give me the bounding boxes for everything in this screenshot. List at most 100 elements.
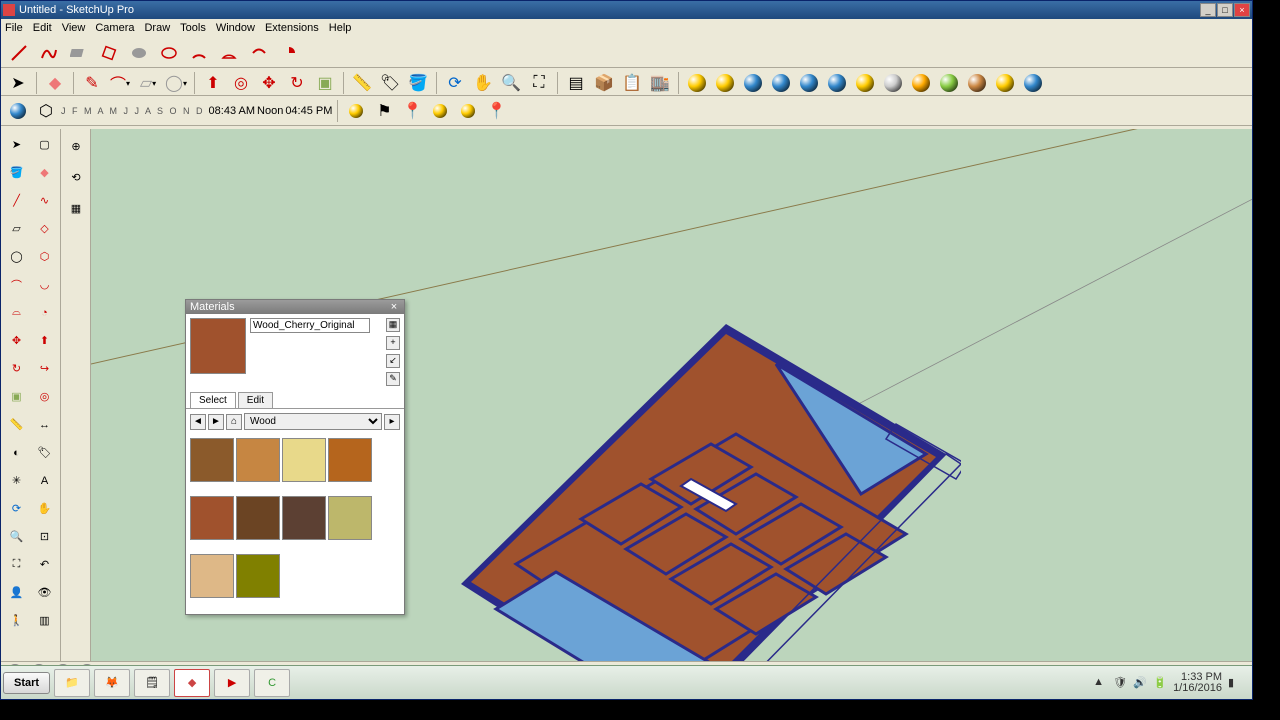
shape-dd-icon[interactable]: ▱▾: [135, 70, 161, 96]
sb-pos-icon[interactable]: ⊕: [63, 131, 89, 161]
ls-arc2-icon[interactable]: ◡: [31, 271, 58, 298]
pencil-tool-icon[interactable]: ✎: [79, 70, 105, 96]
ls-axes-icon[interactable]: ✳: [3, 467, 30, 494]
eyedropper-icon[interactable]: ✎: [386, 372, 400, 386]
arc3-tool-icon[interactable]: [245, 39, 273, 67]
ls-position-icon[interactable]: 👤: [3, 579, 30, 606]
select-tool-icon[interactable]: ➤: [5, 70, 31, 96]
offset-tool-icon[interactable]: ◎: [228, 70, 254, 96]
default-material-icon[interactable]: ↙: [386, 354, 400, 368]
zoom-tool-icon[interactable]: 🔍: [498, 70, 524, 96]
ls-text-icon[interactable]: 🏷: [31, 439, 58, 466]
tray-icon-1[interactable]: ▲: [1093, 676, 1107, 690]
tray-icon-3[interactable]: 🔊: [1133, 676, 1147, 690]
polygon-tool-icon[interactable]: [155, 39, 183, 67]
nav-fwd-icon[interactable]: ►: [208, 414, 224, 430]
viewport[interactable]: Materials × ▦ + ↙ ✎: [91, 129, 1252, 661]
ls-rotate-icon[interactable]: ↻: [3, 355, 30, 382]
ls-orbit-icon[interactable]: ⟳: [3, 495, 30, 522]
orbit-tool-icon[interactable]: ⟳: [442, 70, 468, 96]
tab-select[interactable]: Select: [190, 392, 236, 408]
tray-icon-4[interactable]: 🔋: [1153, 676, 1167, 690]
arc-dd-icon[interactable]: ⌒▾: [107, 70, 133, 96]
ls-arc3-icon[interactable]: ⌓: [3, 299, 30, 326]
ls-line-icon[interactable]: ╱: [3, 187, 30, 214]
ls-protractor-icon[interactable]: ◐: [3, 439, 30, 466]
material-name-input[interactable]: [250, 318, 370, 333]
sphere8-icon[interactable]: [880, 70, 906, 96]
tab-edit[interactable]: Edit: [238, 392, 273, 408]
ls-move-icon[interactable]: ✥: [3, 327, 30, 354]
swatch-item[interactable]: [190, 438, 234, 482]
scale-tool-icon[interactable]: ▣: [312, 70, 338, 96]
sphere13-icon[interactable]: [1020, 70, 1046, 96]
swatch-item[interactable]: [236, 496, 280, 540]
close-button[interactable]: ×: [1234, 3, 1250, 17]
menu-camera[interactable]: Camera: [95, 22, 134, 34]
ls-tape-icon[interactable]: 📏: [3, 411, 30, 438]
sphere3-icon[interactable]: [740, 70, 766, 96]
tray-icon-2[interactable]: 🛡: [1113, 676, 1127, 690]
swatch-item[interactable]: [190, 554, 234, 598]
sb-flip-icon[interactable]: ⟲: [63, 162, 89, 192]
components-icon[interactable]: 📦: [591, 70, 617, 96]
pan-tool-icon[interactable]: ✋: [470, 70, 496, 96]
swatch-item[interactable]: [282, 438, 326, 482]
eraser-tool-icon[interactable]: ◆: [42, 70, 68, 96]
sun6-icon[interactable]: 📍: [483, 99, 509, 123]
create-material-icon[interactable]: +: [386, 336, 400, 350]
sphere11-icon[interactable]: [964, 70, 990, 96]
sphere2-icon[interactable]: [712, 70, 738, 96]
show-desktop-icon[interactable]: ▮: [1228, 676, 1242, 690]
nav-home-icon[interactable]: ⌂: [226, 414, 242, 430]
ls-3dtext-icon[interactable]: A: [31, 467, 58, 494]
category-select[interactable]: Wood: [244, 413, 382, 430]
ls-freehand-icon[interactable]: ∿: [31, 187, 58, 214]
display-pane-icon[interactable]: ▦: [386, 318, 400, 332]
current-material-swatch[interactable]: [190, 318, 246, 374]
freehand-tool-icon[interactable]: [35, 39, 63, 67]
ls-zoomext-icon[interactable]: ⛶: [3, 551, 30, 578]
sun5-icon[interactable]: [455, 99, 481, 123]
ls-arc-icon[interactable]: ⌒: [3, 271, 30, 298]
start-button[interactable]: Start: [3, 672, 50, 694]
menu-help[interactable]: Help: [329, 22, 352, 34]
sb-stamp-icon[interactable]: ▦: [63, 193, 89, 223]
ls-followme-icon[interactable]: ↪: [31, 355, 58, 382]
ls-offset-icon[interactable]: ◎: [31, 383, 58, 410]
taskbar-app2-icon[interactable]: ▶: [214, 669, 250, 697]
tray-clock[interactable]: 1:33 PM 1/16/2016: [1173, 672, 1222, 694]
ls-pushpull-icon[interactable]: ⬆: [31, 327, 58, 354]
taskbar-sketchup-icon[interactable]: ◆: [174, 669, 210, 697]
taskbar-notes-icon[interactable]: 🗒: [134, 669, 170, 697]
shadow-off-icon[interactable]: ⬡: [33, 99, 59, 123]
ls-rotrect-icon[interactable]: ◇: [31, 215, 58, 242]
pushpull-tool-icon[interactable]: ⬆: [200, 70, 226, 96]
rectangle-tool-icon[interactable]: [65, 39, 93, 67]
text-tool-icon[interactable]: 🏷: [377, 70, 403, 96]
sphere5-icon[interactable]: [796, 70, 822, 96]
sun1-icon[interactable]: [343, 99, 369, 123]
ls-eraser-icon[interactable]: ◆: [31, 159, 58, 186]
menu-file[interactable]: File: [5, 22, 23, 34]
taskbar-app3-icon[interactable]: C: [254, 669, 290, 697]
ls-component-icon[interactable]: ▢: [31, 131, 58, 158]
arc2-tool-icon[interactable]: [215, 39, 243, 67]
ls-rect-icon[interactable]: ▱: [3, 215, 30, 242]
ls-pan-icon[interactable]: ✋: [31, 495, 58, 522]
taskbar-firefox-icon[interactable]: 🦊: [94, 669, 130, 697]
ls-paint-icon[interactable]: 🪣: [3, 159, 30, 186]
menu-tools[interactable]: Tools: [180, 22, 206, 34]
line-tool-icon[interactable]: [5, 39, 33, 67]
ls-select-icon[interactable]: ➤: [3, 131, 30, 158]
ls-polygon-icon[interactable]: ⬡: [31, 243, 58, 270]
shadow-toggle-icon[interactable]: [5, 99, 31, 123]
ls-scale-icon[interactable]: ▣: [3, 383, 30, 410]
swatch-item[interactable]: [190, 496, 234, 540]
swatch-item[interactable]: [236, 438, 280, 482]
taskbar-explorer-icon[interactable]: 📁: [54, 669, 90, 697]
circle-dd-icon[interactable]: ◯▾: [163, 70, 189, 96]
menu-edit[interactable]: Edit: [33, 22, 52, 34]
sphere6-icon[interactable]: [824, 70, 850, 96]
swatch-item[interactable]: [282, 496, 326, 540]
